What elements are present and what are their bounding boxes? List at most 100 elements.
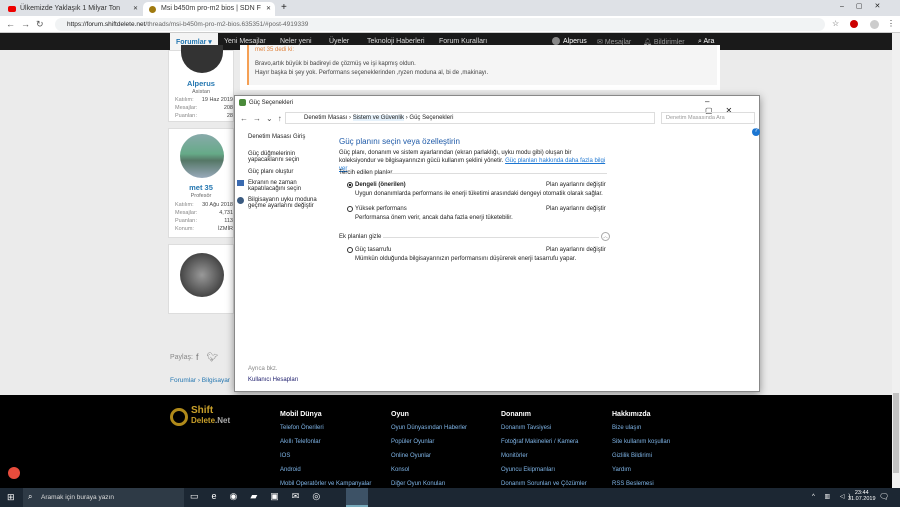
left-link[interactable]: Güç düğmelerinin yapacaklarını seçin	[248, 151, 318, 163]
footer-link[interactable]: Diğer Oyun Konuları	[391, 481, 445, 487]
power-options-window: Güç Seçenekleri –▢✕ ←→⌄↑ Denetim Masası …	[234, 95, 760, 392]
radio-high-performance[interactable]	[347, 206, 353, 212]
left-link[interactable]: Güç planı oluştur	[248, 169, 293, 175]
collapse-chevron-icon[interactable]: ︿	[601, 232, 610, 241]
nav-members[interactable]: Üyeler	[329, 38, 349, 45]
footer-col-title: Oyun	[391, 411, 409, 418]
close-tab-icon[interactable]: ✕	[133, 5, 138, 12]
left-link[interactable]: Ekranın ne zaman kapatılacağını seçin	[248, 180, 318, 192]
footer-col-title: Donanım	[501, 411, 531, 418]
radio-power-saver[interactable]	[347, 247, 353, 253]
footer-logo[interactable]: Shift Delete.Net	[191, 406, 251, 426]
post-text: Hayır başka bi şey yok. Performans seçen…	[255, 70, 489, 76]
menu-icon[interactable]: ⋮	[887, 19, 895, 28]
page-scrollbar[interactable]	[892, 33, 900, 488]
user-role: Profesör	[190, 193, 212, 199]
footer-link[interactable]: Yardım	[612, 467, 631, 473]
divider	[387, 173, 607, 174]
username[interactable]: met 35	[169, 183, 233, 192]
window-title: Güç Seçenekleri	[249, 100, 294, 106]
left-link[interactable]: Denetim Masası Giriş	[248, 134, 305, 140]
close-tab-icon[interactable]: ✕	[266, 5, 271, 12]
avatar	[180, 253, 224, 297]
user-stat: Katılım: 30 Ağu 2018	[175, 202, 233, 208]
search-icon: ⌕	[28, 492, 33, 501]
action-center-icon[interactable]: 🗨︎	[879, 492, 889, 501]
share-icons[interactable]: f🐦︎	[196, 352, 226, 363]
address-bar-row: ←→↻ https://forum.shiftdelete.net/thread…	[0, 16, 900, 33]
change-plan-link[interactable]: Plan ayarlarını değiştir	[546, 206, 606, 212]
plan-name[interactable]: Dengeli (önerilen)	[355, 182, 406, 188]
user-avatar	[552, 37, 560, 45]
taskbar-search[interactable]: Aramak için buraya yazın	[23, 488, 184, 507]
change-plan-link[interactable]: Plan ayarlarını değiştir	[546, 182, 606, 188]
plan-name[interactable]: Yüksek performans	[355, 206, 407, 212]
username[interactable]: Alperus	[169, 79, 233, 88]
footer-link[interactable]: Gizlilik Bildirimi	[612, 453, 652, 459]
footer-link[interactable]: Site kullanım koşulları	[612, 439, 670, 445]
browser-tabbar: Ülkemizde Yaklaşık 1 Milyar Ton ✕ Msi b45…	[0, 0, 900, 16]
user-card-alperus: Alperus Asistan Katılım: 19 Haz 2019 Mesa…	[168, 45, 234, 122]
footer-link[interactable]: IOS	[280, 453, 290, 459]
left-link[interactable]: Bilgisayarın uyku moduna geçme ayarların…	[248, 197, 320, 209]
moon-icon	[237, 197, 244, 204]
profile-avatar[interactable]	[870, 20, 879, 29]
footer-link[interactable]: Oyuncu Ekipmanları	[501, 467, 555, 473]
plan-desc: Performansa önem verir, ancak daha fazla…	[355, 215, 513, 221]
window-controls[interactable]: –▢✕	[840, 2, 892, 10]
radio-balanced[interactable]	[347, 182, 353, 188]
footer-link[interactable]: Konsol	[391, 467, 409, 473]
start-button[interactable]: ⊞	[7, 492, 15, 503]
footer-link[interactable]: Popüler Oyunlar	[391, 439, 434, 445]
url-input[interactable]: https://forum.shiftdelete.net/threads/ms…	[55, 18, 825, 31]
preferred-plans-label: Tercih edilen planlar	[339, 170, 393, 176]
footer-link[interactable]: Telefon Önerileri	[280, 425, 324, 431]
nav-tech-news[interactable]: Teknoloji Haberleri	[367, 38, 425, 45]
breadcrumb: Forumlar › Bilgisayar	[170, 377, 230, 384]
user-accounts-link[interactable]: Kullanıcı Hesapları	[248, 377, 298, 383]
sdn-logo-icon	[170, 408, 188, 426]
change-plan-link[interactable]: Plan ayarlarını değiştir	[546, 247, 606, 253]
footer-link[interactable]: Android	[280, 467, 301, 473]
plan-name[interactable]: Güç tasarrufu	[355, 247, 391, 253]
footer-link[interactable]: Mobil Operatörler ve Kampanyalar	[280, 481, 371, 487]
footer-link[interactable]: Oyun Dünyasından Haberler	[391, 425, 467, 431]
post-text: Bravo,artık büyük bi badireyi de çözmüş …	[255, 61, 416, 67]
browser-tab[interactable]: Ülkemizde Yaklaşık 1 Milyar Ton ✕	[2, 2, 142, 16]
quote-author[interactable]: met 35 dedi ki:	[255, 47, 711, 53]
browser-tab-active[interactable]: Msi b450m pro-m2 bios | SDN F ✕	[143, 2, 275, 16]
nav-buttons[interactable]: ←→↻	[6, 19, 50, 30]
help-icon[interactable]: ?	[752, 128, 760, 136]
taskbar-active-app[interactable]	[346, 488, 368, 507]
windows-taskbar: ⊞ Aramak için buraya yazın ⌕ ▭e◉▰▣✉◎ ^ ▥…	[0, 488, 900, 507]
footer-link[interactable]: Bize ulaşın	[612, 425, 641, 431]
control-panel-search[interactable]: Denetim Masasında Ara	[661, 112, 755, 124]
address-breadcrumb[interactable]: Denetim Masası › Sistem ve Güvenlik › Gü…	[285, 112, 655, 124]
bookmark-star-icon[interactable]: ☆	[832, 19, 839, 28]
footer-link[interactable]: RSS Beslemesi	[612, 481, 654, 487]
new-tab-button[interactable]: +	[281, 2, 287, 13]
nav-user[interactable]: Alperus	[563, 38, 587, 45]
nav-new-posts[interactable]: Yeni Mesajlar	[224, 38, 266, 45]
clock[interactable]: 23:44 31.07.2019	[848, 490, 876, 502]
user-stat: Puanları: 113	[175, 218, 233, 224]
explorer-nav-buttons[interactable]: ←→⌄↑	[240, 114, 287, 123]
footer-link[interactable]: Monitörler	[501, 453, 528, 459]
notification-bell-icon[interactable]	[8, 467, 20, 479]
user-stat: Konum: İZMİR	[175, 226, 233, 232]
extension-icon[interactable]	[850, 20, 858, 28]
nav-forum-rules[interactable]: Forum Kuralları	[439, 38, 487, 45]
footer-col-title: Mobil Dünya	[280, 411, 322, 418]
user-stat: Mesajlar: 208	[175, 105, 233, 111]
taskbar-apps[interactable]: ▭e◉▰▣✉◎	[190, 491, 333, 502]
nav-whats-new[interactable]: Neler yeni	[280, 38, 312, 45]
footer-link[interactable]: Donanım Tavsiyesi	[501, 425, 551, 431]
user-stat: Mesajlar: 4,731	[175, 210, 233, 216]
footer-link[interactable]: Online Oyunlar	[391, 453, 431, 459]
youtube-icon	[8, 6, 16, 12]
footer-link[interactable]: Fotoğraf Makineleri / Kamera	[501, 439, 578, 445]
monitor-icon	[237, 180, 244, 186]
footer-link[interactable]: Akıllı Telefonlar	[280, 439, 321, 445]
user-role: Asistan	[191, 89, 211, 95]
footer-link[interactable]: Donanım Sorunları ve Çözümler	[501, 481, 587, 487]
